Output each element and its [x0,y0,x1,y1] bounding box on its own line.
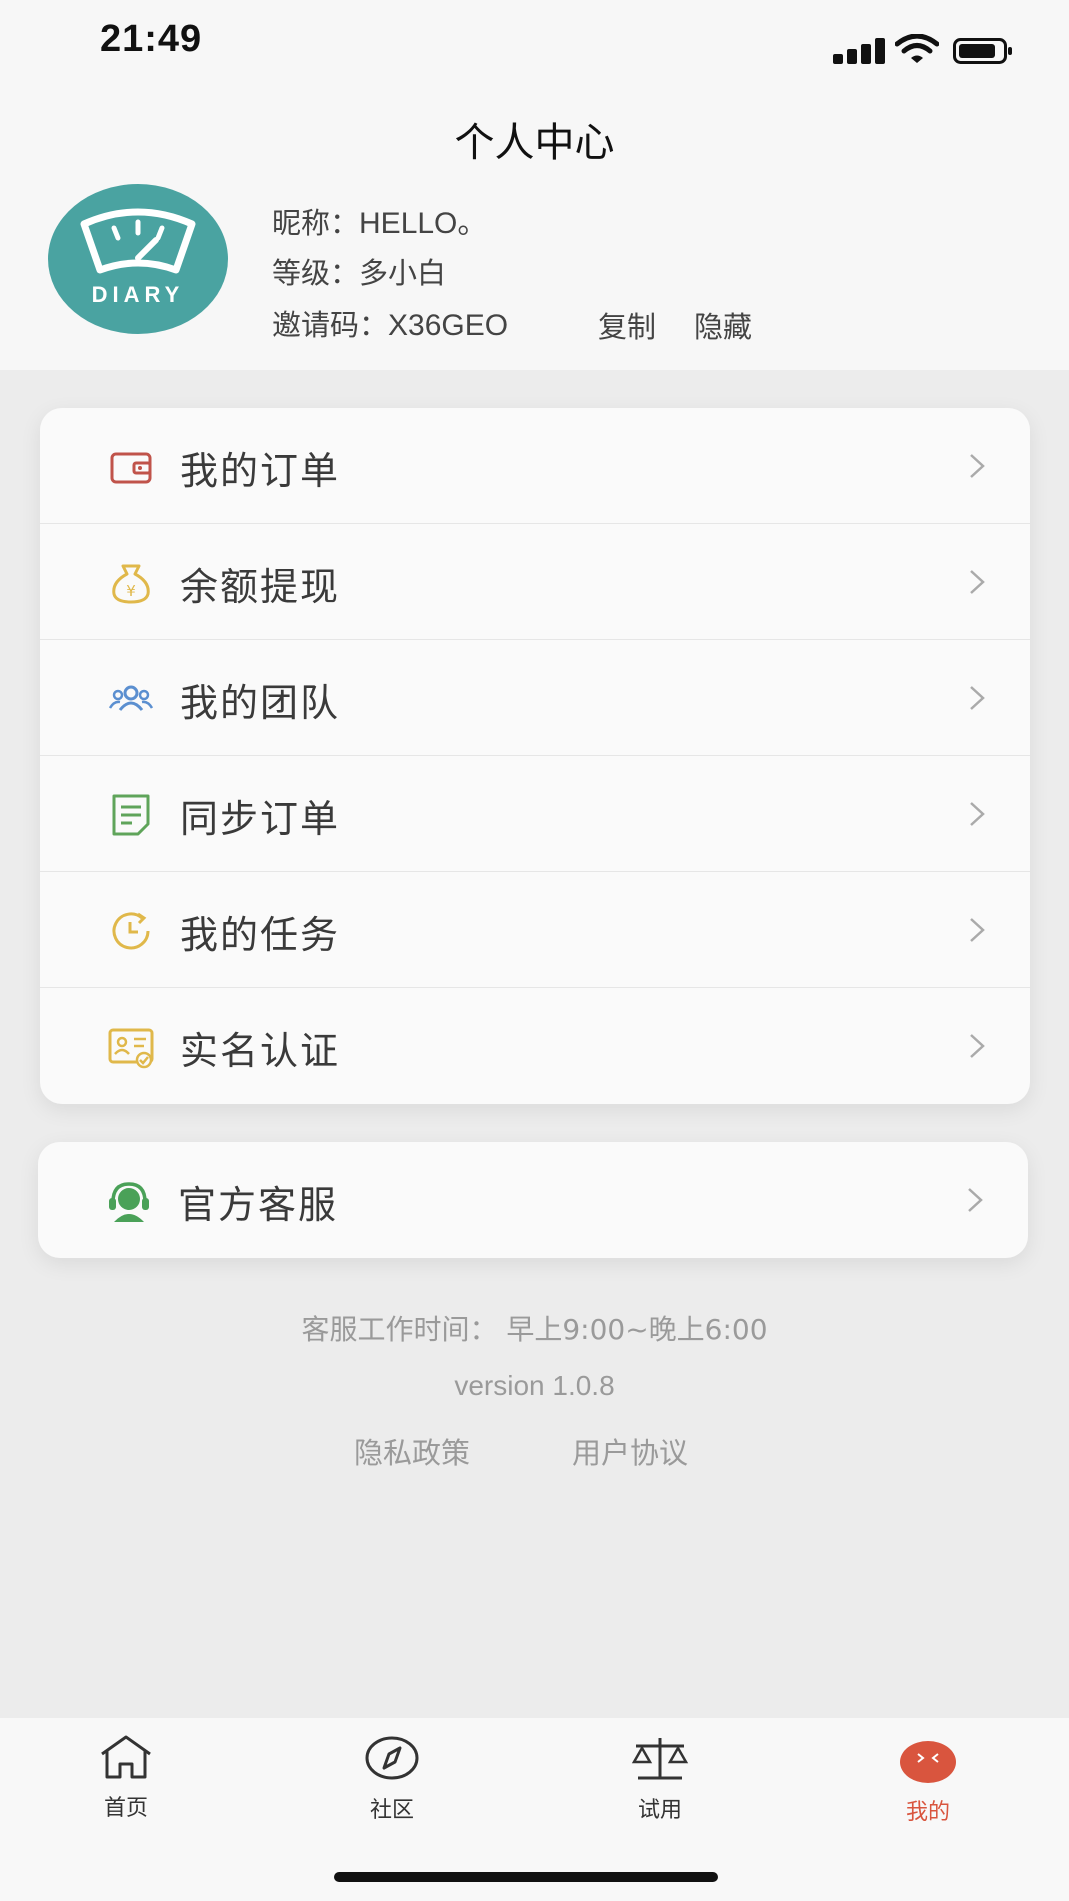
nickname-line: 昵称：HELLO。 [272,198,487,242]
menu-card: 我的订单 ¥ 余额提现 我的团队 同步订单 我的任务 实名认证 [40,408,1030,1104]
page-title: 个人中心 [454,120,615,166]
tab-label: 首页 [103,1796,148,1821]
menu-item-balance-withdraw[interactable]: ¥ 余额提现 [40,524,1030,640]
menu-item-real-name-auth[interactable]: 实名认证 [40,988,1030,1104]
team-icon [108,685,154,711]
tab-label: 我的 [905,1800,950,1825]
avatar-logo-text: DIARY [91,282,185,307]
home-indicator [334,1872,718,1882]
money-bag-icon: ¥ [112,564,150,604]
menu-item-label: 实名认证 [180,1029,341,1073]
menu-item-label: 同步订单 [180,797,341,841]
scale-icon [631,1738,689,1780]
tab-label: 社区 [369,1798,414,1823]
copy-button[interactable]: 复制 [598,304,656,346]
battery-icon [953,38,1012,64]
privacy-policy-link[interactable]: 隐私政策 [354,1430,470,1472]
compass-icon [365,1736,419,1780]
tab-trial[interactable]: 试用 [600,1734,720,1844]
document-icon [112,794,150,836]
invite-label: 邀请码： [272,308,389,342]
header-area: 21:49 个人中心 DIARY 昵称：HELLO。 等级：多小白 邀请码：X3… [0,0,1069,370]
app-version: version 1.0.8 [454,1370,615,1401]
status-time: 21:49 [100,18,203,60]
clock-icon [112,912,150,950]
service-hours: 客服工作时间： 早上9:00~晚上6:00 [301,1313,768,1346]
menu-item-label: 余额提现 [180,565,341,609]
invite-code-value: X36GEO [388,309,509,342]
level-line: 等级：多小白 [272,250,446,292]
profile-face-icon [900,1741,956,1783]
home-icon [101,1735,151,1779]
avatar[interactable]: DIARY [48,184,228,334]
chevron-right-icon [970,686,985,710]
tab-community[interactable]: 社区 [332,1734,452,1844]
signal-icon [833,38,885,64]
menu-item-my-team[interactable]: 我的团队 [40,640,1030,756]
user-agreement-link[interactable]: 用户协议 [572,1430,688,1472]
invite-line: 邀请码：X36GEO [272,302,508,344]
chevron-right-icon [968,1188,983,1212]
id-card-icon [108,1028,154,1069]
tab-label: 试用 [637,1798,682,1823]
menu-item-sync-orders[interactable]: 同步订单 [40,756,1030,872]
wallet-icon [110,452,152,484]
nickname-label: 昵称： [272,206,360,240]
tab-home[interactable]: 首页 [66,1734,186,1844]
level-value: 多小白 [359,256,447,290]
tab-mine[interactable]: 我的 [868,1734,988,1844]
level-label: 等级： [272,256,360,290]
chevron-right-icon [970,454,985,478]
menu-item-my-tasks[interactable]: 我的任务 [40,872,1030,988]
headset-icon [109,1182,149,1222]
chevron-right-icon [970,802,985,826]
wifi-icon [895,34,939,63]
menu-item-official-service[interactable]: 官方客服 [38,1142,1028,1258]
chevron-right-icon [970,918,985,942]
chevron-right-icon [970,570,985,594]
menu-item-label: 我的订单 [180,449,341,493]
menu-item-label: 官方客服 [178,1183,339,1227]
hide-button[interactable]: 隐藏 [694,304,752,346]
gauge-logo-icon [80,208,196,274]
menu-item-label: 我的团队 [180,681,341,725]
menu-item-my-orders[interactable]: 我的订单 [40,408,1030,524]
nickname-value: HELLO。 [359,207,488,240]
menu-item-label: 我的任务 [180,913,341,957]
svg-text:¥: ¥ [126,582,136,600]
service-card: 官方客服 [38,1142,1028,1258]
chevron-right-icon [970,1034,985,1058]
